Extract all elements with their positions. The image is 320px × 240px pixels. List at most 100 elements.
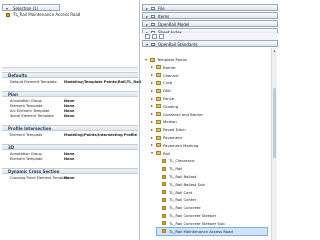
expand-icon[interactable]: ▸ xyxy=(151,64,153,70)
tree-node[interactable]: TL_Rail Concrete Sleeper Sub xyxy=(157,220,267,227)
tree-node[interactable]: ▸ Fence xyxy=(151,95,261,102)
tree-node[interactable]: ▸ Pavement Marking xyxy=(151,142,261,149)
tree-node[interactable]: TL_Rail Ballast xyxy=(157,173,267,180)
tree-scrollbar[interactable]: ▴ xyxy=(271,48,277,240)
property-section-title: 3D xyxy=(8,145,15,150)
copy-icon[interactable] xyxy=(152,34,157,39)
folder-icon xyxy=(156,112,161,117)
tree-node[interactable]: ▸ Curb xyxy=(151,79,261,86)
expand-icon[interactable]: ▸ xyxy=(151,119,153,125)
tree-node[interactable]: ▸ Guardrail and Barrier xyxy=(151,111,261,118)
tree-node[interactable]: ▾ Rail xyxy=(151,150,261,157)
tree-node[interactable]: TL_Rail Center xyxy=(157,196,267,203)
panel-header-label: File xyxy=(158,5,165,11)
panel-header[interactable]: ▸ File xyxy=(142,4,278,11)
tree-node-label: TL_Rail Maintenance Access Road xyxy=(169,228,233,234)
selection-item[interactable]: TL_Rail Maintenance Access Road xyxy=(6,12,80,18)
collapse-icon[interactable]: ▾ xyxy=(151,150,153,156)
tree-node-label: Rail xyxy=(163,150,170,156)
standards-tree: ▾ Template Points ▸ Barrier ▸ Channel ▸ Curb ▸ DN… xyxy=(145,48,268,240)
property-value[interactable]: Modeling\Template Points\Rail\TL_Rail_Ac… xyxy=(64,80,150,85)
scroll-up-icon[interactable]: ▴ xyxy=(272,48,277,53)
property-row[interactable]: Crossing Point Element Template None xyxy=(2,176,138,181)
property-key: Element Template xyxy=(10,133,43,137)
template-point-icon xyxy=(162,158,166,163)
explorer-toolbar xyxy=(142,33,278,40)
property-row[interactable]: Spiral Element Template None xyxy=(2,114,138,119)
properties-pane: ▾ Selection (1) TL_Rail Maintenance Acce… xyxy=(0,0,150,240)
tree-node[interactable]: ▸ Channel xyxy=(151,72,261,79)
tree-node-label: TL_Clearance xyxy=(169,158,195,164)
tree-node[interactable]: ▸ Pavement xyxy=(151,134,261,141)
property-section[interactable]: Profile Intersection xyxy=(2,125,138,131)
expand-icon[interactable]: ▸ xyxy=(151,135,153,141)
scroll-thumb[interactable] xyxy=(273,88,276,158)
expand-icon[interactable]: ▸ xyxy=(151,111,153,117)
tree-node-label: Template Points xyxy=(157,57,187,62)
chevron-down-icon[interactable]: ▾ xyxy=(146,42,148,47)
template-point-icon xyxy=(162,197,166,202)
chevron-right-icon[interactable]: ▸ xyxy=(146,22,148,27)
panel-header[interactable]: ▸ OpenRail Model xyxy=(142,20,278,27)
property-value[interactable]: None xyxy=(64,176,74,181)
expand-icon[interactable]: ▸ xyxy=(151,72,153,78)
expand-icon[interactable]: ▸ xyxy=(151,88,153,94)
property-section-title: Dynamic Cross Section xyxy=(8,169,60,174)
selection-header[interactable]: ▾ Selection (1) xyxy=(2,4,60,11)
tree-node[interactable]: TL_Rail xyxy=(157,165,267,172)
property-value[interactable]: None xyxy=(64,114,74,119)
paste-icon[interactable] xyxy=(159,34,164,39)
expand-icon[interactable]: ▸ xyxy=(151,103,153,109)
panel-icon xyxy=(151,14,155,18)
tree-node-label: DNC xyxy=(163,88,172,94)
panel-header[interactable]: ▾ OpenRail Standards xyxy=(142,40,278,47)
tree-node[interactable]: ▸ DNC xyxy=(151,87,261,94)
property-section[interactable]: 3D xyxy=(2,144,138,150)
tree-node[interactable]: ▸ Median xyxy=(151,118,261,125)
tree-node[interactable]: TL_Clearance xyxy=(157,157,267,164)
tree-node[interactable]: ▸ Barrier xyxy=(151,64,261,71)
folder-icon xyxy=(156,104,161,109)
tree-node-label: Median xyxy=(163,119,177,125)
chevron-right-icon[interactable]: ▸ xyxy=(146,14,148,19)
property-section[interactable]: Plan xyxy=(2,91,138,97)
template-point-icon xyxy=(162,213,166,218)
expand-icon[interactable]: ▸ xyxy=(151,142,153,148)
expand-icon[interactable] xyxy=(145,34,150,39)
tree-node[interactable]: TL_Rail Concrete Sleeper xyxy=(157,212,267,219)
folder-icon xyxy=(150,57,155,62)
collapse-icon[interactable]: ▾ xyxy=(145,57,147,63)
tree-node[interactable]: TL_Rail Maintenance Access Road xyxy=(156,226,268,236)
panel-header-label: OpenRail Standards xyxy=(158,41,198,47)
selection-item-label: TL_Rail Maintenance Access Road xyxy=(13,12,81,17)
expand-icon[interactable]: ▸ xyxy=(151,96,153,102)
tree-node-label: TL_Rail Ballast xyxy=(169,174,197,179)
property-section-title: Profile Intersection xyxy=(8,126,52,131)
property-row[interactable]: Element Template None xyxy=(2,157,138,162)
property-key: Crossing Point Element Template xyxy=(10,176,70,180)
property-row[interactable]: Element Template Modeling\Points\Intersec… xyxy=(2,133,138,138)
property-section[interactable]: Defaults xyxy=(2,72,138,78)
property-value[interactable]: None xyxy=(64,157,74,162)
folder-icon xyxy=(156,96,161,101)
expand-icon[interactable]: ▸ xyxy=(151,80,153,86)
property-key: Element Template xyxy=(10,157,43,161)
tree-node[interactable]: TL_Rail Ballast Sub xyxy=(157,181,267,188)
tree-node[interactable]: TL_Rail Cant xyxy=(157,189,267,196)
expand-icon[interactable]: ▸ xyxy=(151,127,153,133)
property-section[interactable]: Dynamic Cross Section xyxy=(2,168,138,174)
property-key: Spiral Element Template xyxy=(10,114,54,118)
tree-node[interactable]: TL_Rail Concrete xyxy=(157,204,267,211)
template-point-icon xyxy=(6,13,10,17)
chevron-right-icon[interactable]: ▸ xyxy=(146,6,148,11)
property-value[interactable]: Modeling\Points\Intersecting Profile xyxy=(64,133,137,138)
property-row[interactable]: Default Element Template Modeling\Templat… xyxy=(2,80,150,85)
tree-node[interactable]: ▸ Paved Ditch xyxy=(151,126,261,133)
tree-node[interactable]: ▾ Template Points xyxy=(145,56,255,63)
tree-node[interactable]: ▸ Grading xyxy=(151,103,261,110)
folder-icon xyxy=(156,151,161,156)
tree-node-label: Pavement Marking xyxy=(163,142,199,148)
folder-icon xyxy=(156,73,161,78)
panel-header[interactable]: ▸ Items xyxy=(142,12,278,19)
explorer-pane: ▸File▸Items▸OpenRail Model▸Sheet Index▾O… xyxy=(141,0,279,240)
